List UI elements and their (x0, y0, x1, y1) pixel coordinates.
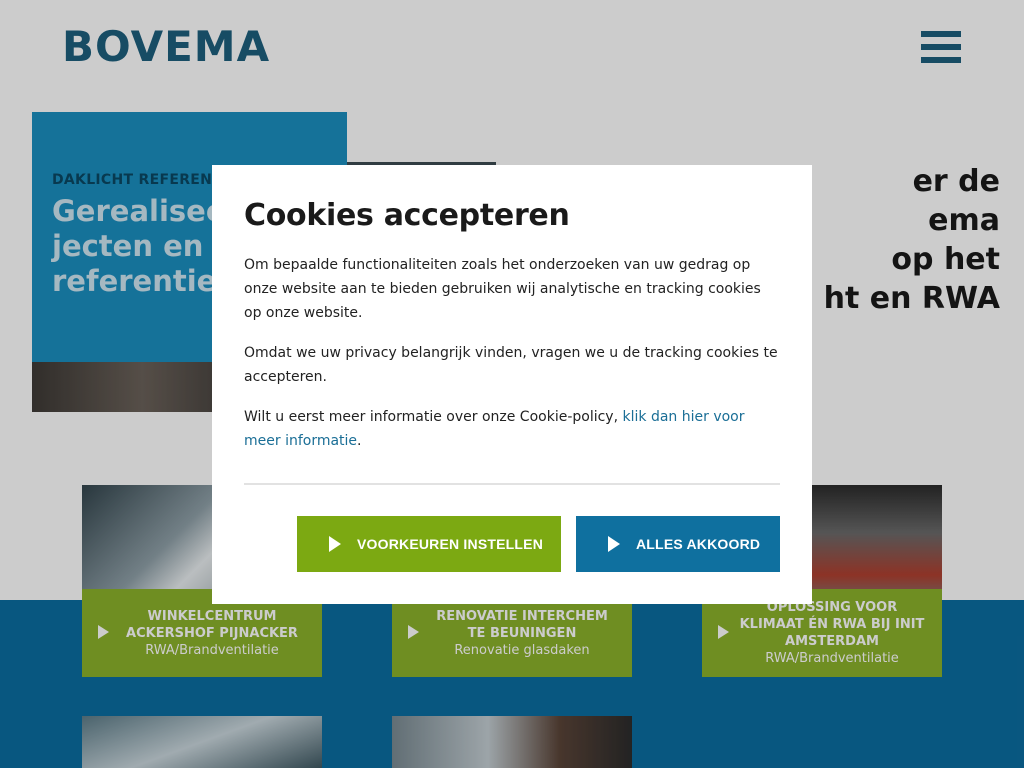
cookie-policy-suffix: . (357, 433, 362, 449)
play-icon (608, 536, 620, 552)
accept-all-button[interactable]: ALLES AKKOORD (576, 516, 780, 572)
preferences-button-label: VOORKEUREN INSTELLEN (357, 536, 544, 552)
cookie-consent-dialog: Cookies accepteren Om bepaalde functiona… (212, 165, 812, 604)
cookie-policy-text: Wilt u eerst meer informatie over onze C… (244, 409, 623, 425)
page-background: BOVEMA DAKLICHT REFERENT Gerealiseer jec… (0, 0, 1024, 768)
cookie-paragraph-3: Wilt u eerst meer informatie over onze C… (244, 405, 780, 453)
accept-all-button-label: ALLES AKKOORD (636, 536, 761, 552)
cookie-paragraph-1: Om bepaalde functionaliteiten zoals het … (244, 257, 761, 321)
cookie-paragraph-2: Omdat we uw privacy belangrijk vinden, v… (244, 345, 778, 385)
preferences-button[interactable]: VOORKEUREN INSTELLEN (297, 516, 561, 572)
dialog-divider (244, 483, 780, 485)
cookie-dialog-title: Cookies accepteren (244, 198, 570, 233)
play-icon (329, 536, 341, 552)
